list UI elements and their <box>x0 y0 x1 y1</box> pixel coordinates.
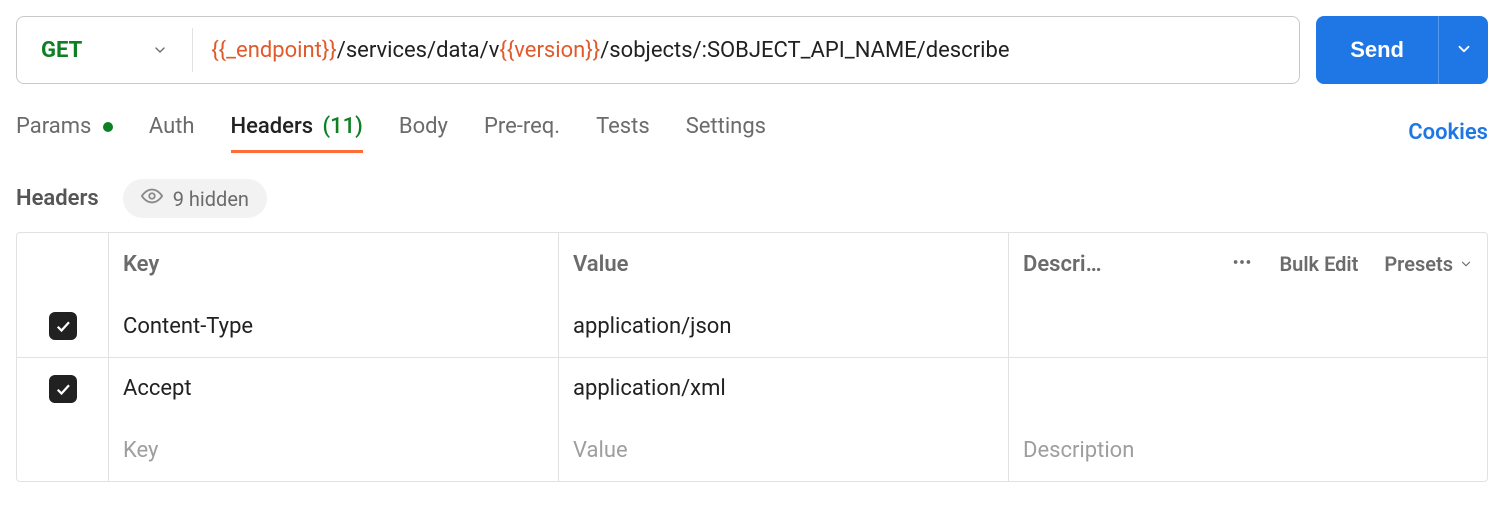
tab-auth[interactable]: Auth <box>149 114 195 151</box>
presets-label: Presets <box>1384 252 1453 276</box>
http-method-select[interactable]: GET <box>17 17 192 83</box>
tab-count: (11) <box>323 114 363 139</box>
tab-body[interactable]: Body <box>399 114 448 151</box>
tab-label: Headers <box>231 114 314 139</box>
table-header-row: Key Value Descri… Bulk Edit Presets <box>17 233 1487 295</box>
url-variable: {{version}} <box>499 38 600 63</box>
key-input[interactable]: Accept <box>109 358 559 419</box>
chevron-down-icon <box>152 42 168 58</box>
column-checkbox <box>17 233 109 295</box>
send-button[interactable]: Send <box>1316 16 1438 84</box>
send-more-button[interactable] <box>1438 16 1488 84</box>
request-tabs: Params Auth Headers (11) Body Pre-req. T… <box>16 114 1488 151</box>
url-segment: /sobjects/:SOBJECT_API_NAME/describe <box>600 38 1009 63</box>
bulk-edit-button[interactable]: Bulk Edit <box>1279 252 1358 276</box>
row-checkbox-cell <box>17 358 109 419</box>
description-input[interactable]: Description <box>1009 419 1487 481</box>
cookies-link[interactable]: Cookies <box>1408 120 1488 145</box>
description-input[interactable] <box>1009 358 1487 419</box>
section-title: Headers <box>16 186 99 211</box>
row-enabled-checkbox[interactable] <box>49 312 77 340</box>
key-input[interactable]: Content-Type <box>109 295 559 357</box>
value-input[interactable]: application/json <box>559 295 1009 357</box>
url-bar: GET {{_endpoint}}/services/data/v{{versi… <box>16 16 1300 84</box>
dots-horizontal-icon <box>1231 251 1253 278</box>
empty-checkbox-cell <box>17 419 109 481</box>
tab-headers[interactable]: Headers (11) <box>231 114 363 151</box>
tab-label: Pre-req. <box>484 114 560 139</box>
tab-label: Params <box>16 114 91 139</box>
headers-section-header: Headers 9 hidden <box>16 179 1488 218</box>
column-key: Key <box>109 233 559 295</box>
tab-params[interactable]: Params <box>16 114 113 151</box>
value-input[interactable]: Value <box>559 419 1009 481</box>
http-method-label: GET <box>41 38 82 63</box>
column-value: Value <box>559 233 1009 295</box>
key-input[interactable]: Key <box>109 419 559 481</box>
table-row-empty: Key Value Description <box>17 419 1487 481</box>
tab-label: Settings <box>686 114 766 139</box>
value-input[interactable]: application/xml <box>559 358 1009 419</box>
presets-dropdown[interactable]: Presets <box>1384 252 1473 276</box>
request-bar: GET {{_endpoint}}/services/data/v{{versi… <box>16 16 1488 84</box>
url-segment: /services/data/v <box>337 38 500 63</box>
headers-table: Key Value Descri… Bulk Edit Presets <box>16 232 1488 482</box>
tab-settings[interactable]: Settings <box>686 114 766 151</box>
url-variable: {{_endpoint}} <box>211 38 337 63</box>
params-dot-icon <box>103 122 113 132</box>
send-button-group: Send <box>1316 16 1488 84</box>
tab-label: Tests <box>596 114 650 139</box>
tab-tests[interactable]: Tests <box>596 114 650 151</box>
row-checkbox-cell <box>17 295 109 357</box>
table-row: Acceptapplication/xml <box>17 357 1487 419</box>
table-row: Content-Typeapplication/json <box>17 295 1487 357</box>
hidden-headers-toggle[interactable]: 9 hidden <box>123 179 267 218</box>
chevron-down-icon <box>1455 40 1473 61</box>
tab-label: Body <box>399 114 448 139</box>
hidden-count-label: 9 hidden <box>173 187 249 211</box>
eye-icon <box>141 185 163 212</box>
row-enabled-checkbox[interactable] <box>49 375 77 403</box>
more-options-button[interactable] <box>1231 251 1253 278</box>
tab-label: Auth <box>149 114 195 139</box>
tab-prerequest[interactable]: Pre-req. <box>484 114 560 151</box>
column-description-label: Descri… <box>1023 252 1102 277</box>
description-input[interactable] <box>1009 295 1487 357</box>
url-input[interactable]: {{_endpoint}}/services/data/v{{version}}… <box>193 38 1299 63</box>
column-description: Descri… Bulk Edit Presets <box>1009 233 1487 295</box>
chevron-down-icon <box>1459 252 1473 276</box>
